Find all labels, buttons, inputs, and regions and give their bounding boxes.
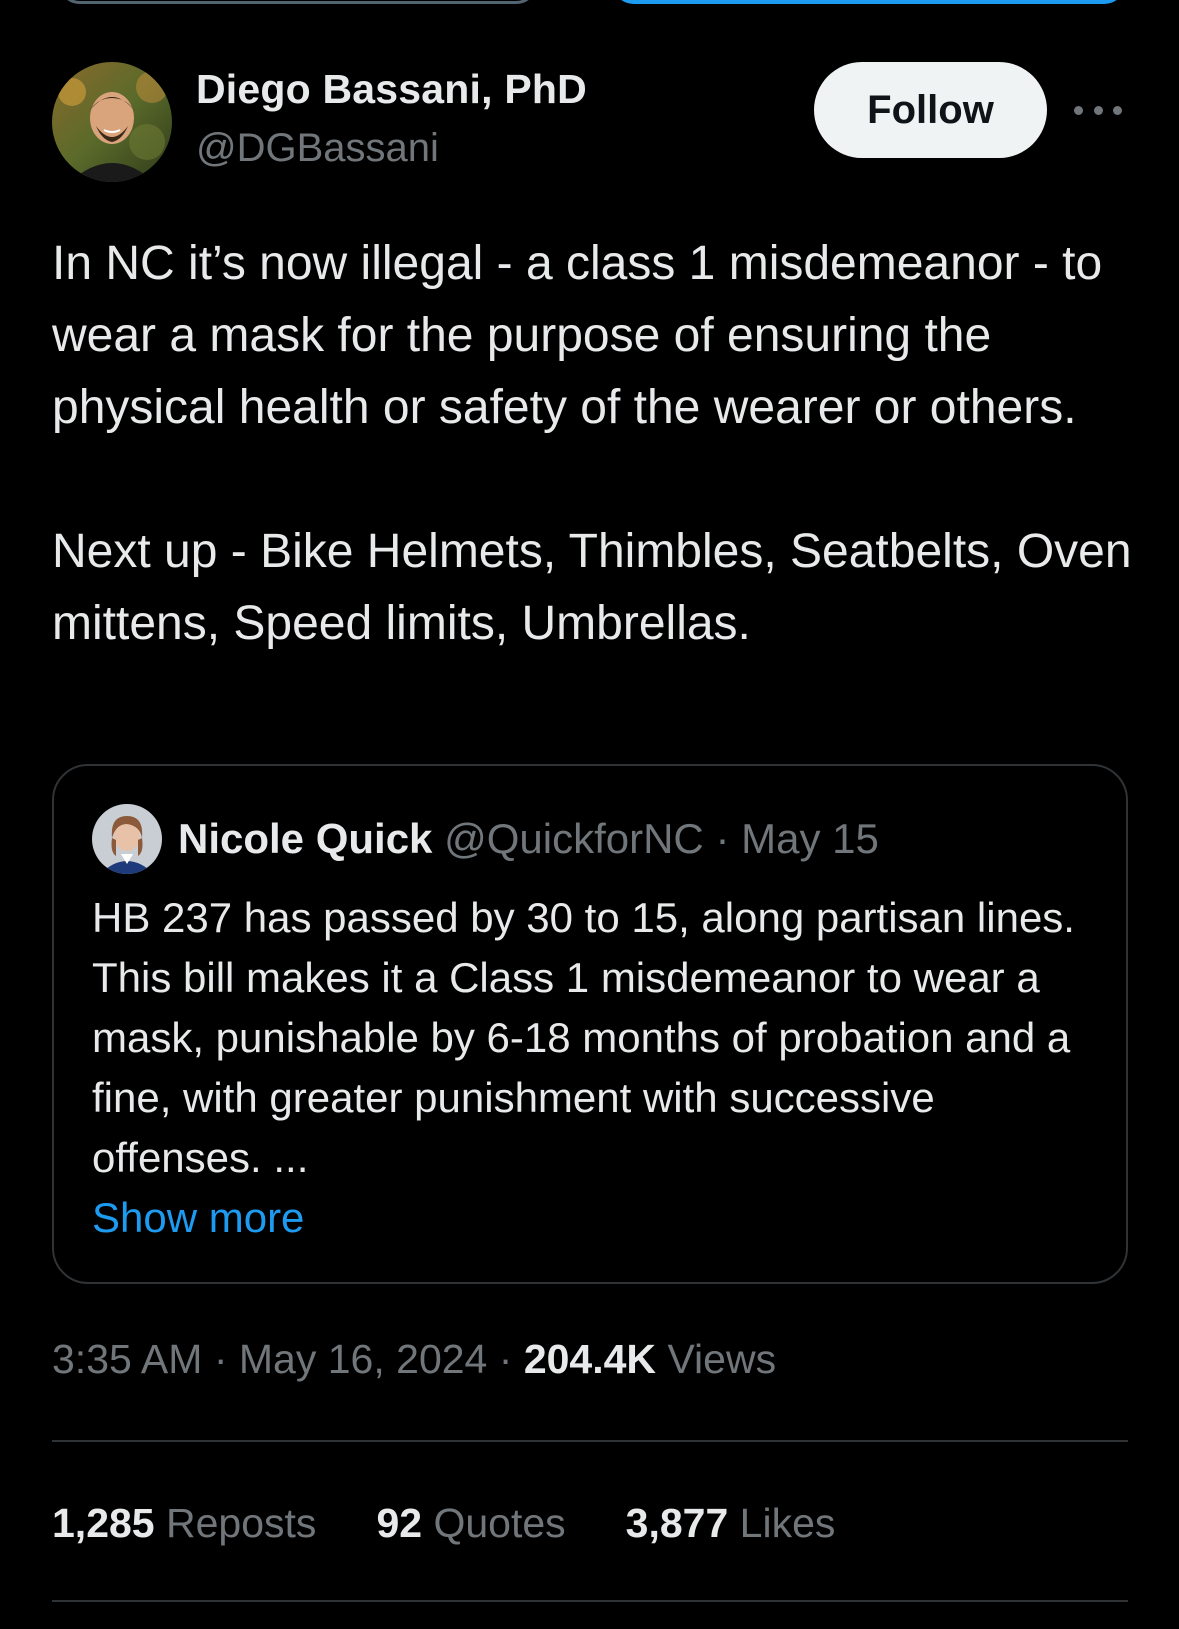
tweet-date[interactable]: May 16, 2024: [239, 1336, 487, 1382]
dot: [1113, 105, 1122, 115]
quoted-tweet-date[interactable]: May 15: [741, 815, 879, 862]
tweet-meta-line: 3:35 AM · May 16, 2024 · 204.4K Views: [52, 1336, 776, 1383]
tweet-paragraph: In NC it’s now illegal - a class 1 misde…: [52, 237, 1103, 434]
dot: [1074, 105, 1083, 115]
quoted-tweet-text: HB 237 has passed by 30 to 15, along par…: [92, 894, 1075, 1181]
tweet-time[interactable]: 3:35 AM: [52, 1336, 202, 1382]
show-more-link[interactable]: Show more: [92, 1188, 304, 1248]
likes-label: Likes: [739, 1500, 836, 1546]
top-outline-button[interactable]: [58, 0, 538, 4]
author-handle[interactable]: @DGBassani: [196, 126, 439, 171]
separator-dot: ·: [213, 1336, 228, 1382]
quoted-author-avatar[interactable]: [92, 804, 162, 874]
likes-count: 3,877: [625, 1500, 729, 1546]
tweet-paragraph: Next up - Bike Helmets, Thimbles, Seatbe…: [52, 525, 1132, 650]
top-primary-button[interactable]: [612, 0, 1126, 4]
quoted-tweet-header: Nicole Quick @QuickforNC · May 15: [178, 814, 879, 864]
quoted-author-name[interactable]: Nicole Quick: [178, 815, 432, 862]
quoted-author-handle[interactable]: @QuickforNC: [444, 815, 704, 862]
quotes-label: Quotes: [433, 1500, 566, 1546]
views-label: Views: [667, 1336, 777, 1382]
reposts-label: Reposts: [166, 1500, 317, 1546]
more-horizontal-icon[interactable]: [1074, 100, 1122, 120]
likes-stat[interactable]: 3,877 Likes: [626, 1500, 836, 1547]
divider: [52, 1600, 1128, 1602]
quoted-tweet-card[interactable]: Nicole Quick @QuickforNC · May 15 HB 237…: [52, 764, 1128, 1284]
author-name[interactable]: Diego Bassani, PhD: [196, 66, 587, 113]
follow-button[interactable]: Follow: [814, 62, 1047, 158]
reposts-count: 1,285: [52, 1500, 155, 1546]
views-count: 204.4K: [523, 1336, 657, 1382]
tweet-text: In NC it’s now illegal - a class 1 misde…: [52, 228, 1152, 660]
engagement-stats: 1,285 Reposts 92 Quotes 3,877 Likes: [52, 1500, 895, 1547]
separator-dot: ·: [715, 815, 730, 862]
author-avatar[interactable]: [52, 62, 172, 182]
dot: [1093, 105, 1103, 115]
tweet-detail-page: Diego Bassani, PhD @DGBassani Follow In …: [0, 0, 1179, 1629]
quotes-count: 92: [376, 1500, 423, 1546]
divider: [52, 1440, 1128, 1442]
separator-dot: ·: [498, 1336, 513, 1382]
reposts-stat[interactable]: 1,285 Reposts: [52, 1500, 316, 1547]
quotes-stat[interactable]: 92 Quotes: [376, 1500, 565, 1547]
